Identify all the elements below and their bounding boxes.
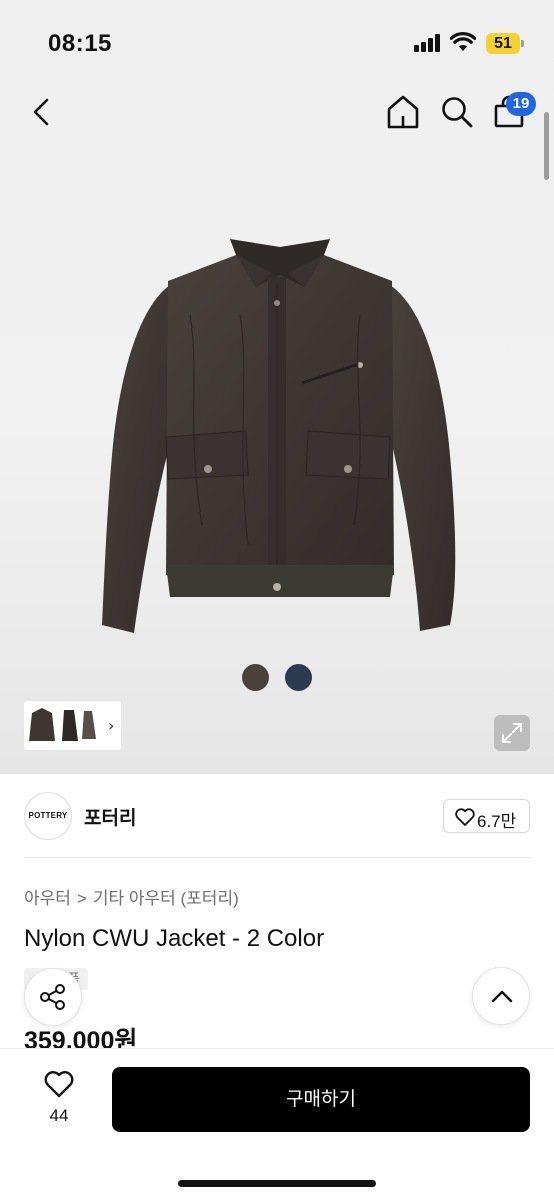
brand-like-button[interactable]: 6.7만 — [443, 799, 530, 833]
brand-name[interactable]: 포터리 — [84, 803, 136, 830]
search-icon[interactable] — [440, 95, 474, 129]
share-icon — [40, 984, 65, 1010]
brand-like-count: 6.7만 — [477, 812, 517, 831]
scrollbar[interactable] — [544, 112, 549, 180]
battery-icon: 51 — [486, 33, 524, 54]
thumbnail-images[interactable]: › — [24, 701, 121, 750]
color-swatch-brown[interactable] — [242, 664, 269, 691]
brand-logo[interactable]: POTTERY — [24, 792, 72, 840]
signal-icon — [414, 34, 442, 52]
chevron-up-icon — [491, 990, 513, 1003]
breadcrumb: 아우터 > 기타 아우터 (포터리) — [24, 884, 239, 909]
battery-level: 51 — [494, 35, 512, 52]
divider — [24, 857, 530, 858]
share-button[interactable] — [24, 968, 82, 1026]
heart-icon[interactable] — [44, 1070, 74, 1098]
cart-count-badge: 19 — [506, 92, 536, 116]
scroll-top-button[interactable] — [472, 967, 530, 1025]
thumbnail-strip[interactable]: › — [24, 701, 121, 750]
wish-count: 44 — [49, 1106, 69, 1125]
product-title: Nylon CWU Jacket - 2 Color — [24, 925, 325, 952]
heart-icon — [455, 808, 475, 826]
thumbnail-more-icon[interactable]: › — [108, 716, 114, 735]
status-time: 08:15 — [48, 30, 112, 57]
home-indicator — [178, 1180, 376, 1187]
wifi-icon — [450, 32, 476, 51]
color-swatch-navy[interactable] — [285, 664, 312, 691]
breadcrumb-category[interactable]: 아우터 — [24, 889, 71, 908]
breadcrumb-subcategory[interactable]: 기타 아우터 (포터리) — [93, 889, 239, 908]
chevron-left-icon[interactable] — [26, 94, 58, 130]
expand-icon[interactable] — [494, 715, 530, 751]
buy-button[interactable]: 구매하기 — [112, 1067, 530, 1132]
home-icon[interactable] — [385, 94, 421, 130]
product-photo[interactable] — [90, 225, 470, 655]
breadcrumb-separator: > — [76, 889, 87, 908]
